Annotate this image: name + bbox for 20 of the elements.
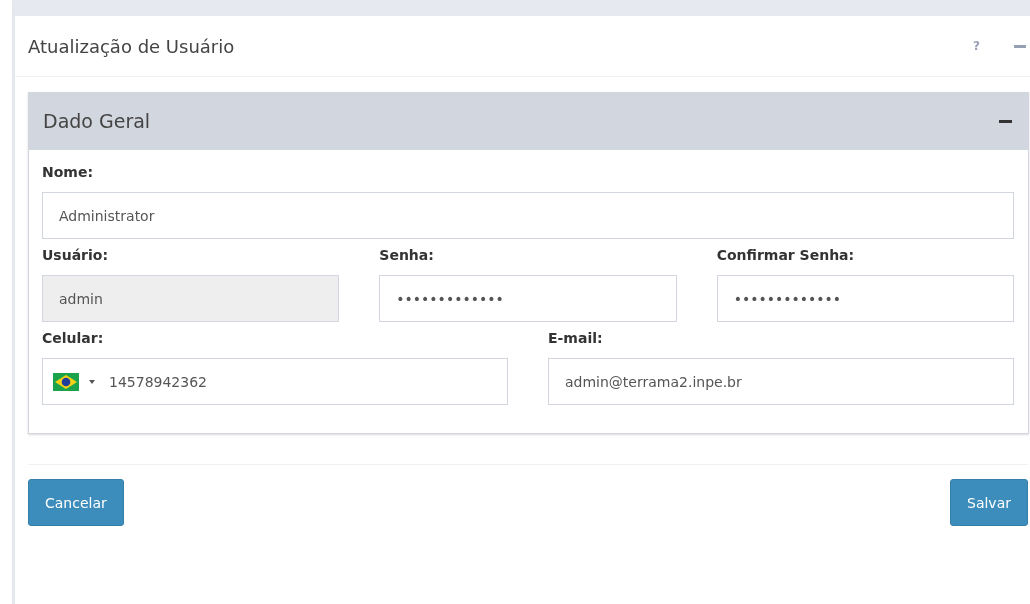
phone-field[interactable]: 14578942362: [42, 358, 508, 405]
panel-title: Dado Geral: [43, 110, 151, 132]
action-button[interactable]: Salvar: [950, 479, 1028, 526]
field-label: Nome:: [42, 164, 95, 180]
field-label: E-mail:: [548, 330, 604, 346]
collapse-icon[interactable]: [999, 119, 1012, 123]
input-field[interactable]: •••••••••••••: [716, 275, 1014, 322]
caret-icon[interactable]: [89, 379, 95, 384]
field-label: Celular:: [42, 330, 105, 346]
action-button[interactable]: Cancelar: [28, 479, 124, 526]
field-label: Confirmar Senha:: [716, 247, 856, 263]
field-label: Senha:: [379, 247, 435, 263]
panel-header[interactable]: Dado Geral: [29, 92, 1028, 150]
input-field[interactable]: Administrator: [42, 192, 1014, 239]
field-label: Usuário:: [42, 247, 110, 263]
minimize-icon[interactable]: [1014, 44, 1026, 48]
window-title: Atualização de Usuário: [28, 35, 236, 57]
input-field[interactable]: •••••••••••••: [379, 275, 677, 322]
input-field[interactable]: admin@terrama2.inpe.br: [548, 358, 1014, 405]
flag-icon[interactable]: [53, 372, 79, 391]
